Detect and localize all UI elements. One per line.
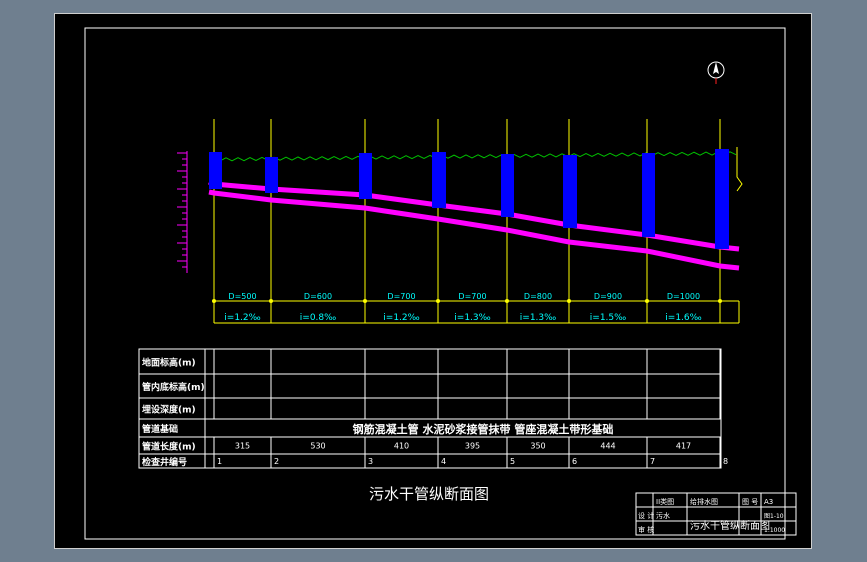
diameter-label: D=600 (304, 292, 332, 301)
slope-label: i=1.3‰ (520, 313, 556, 323)
title-block-cell: II类图 (656, 497, 674, 506)
slope-label: i=1.6‰ (665, 313, 701, 323)
slope-label: i=1.3‰ (454, 313, 490, 323)
inner-frame (84, 27, 786, 540)
pipe-crown-line (208, 179, 740, 252)
table-row-label: 检查井编号 (142, 456, 187, 468)
manhole-number: 8 (723, 457, 728, 466)
pipe-profile (208, 179, 740, 271)
title-block-cell: 给排水图 (690, 497, 718, 506)
break-mark (736, 147, 743, 192)
diameter-label: D=1000 (667, 292, 700, 301)
table-row-label: 地面标高(m) (142, 357, 196, 369)
ground-line (213, 147, 743, 192)
manhole-number: 4 (441, 457, 446, 466)
manhole (642, 153, 655, 237)
table-border (138, 348, 722, 469)
manhole (715, 149, 729, 249)
length-value: 444 (600, 442, 615, 451)
title-block-cell: 污水 (656, 511, 670, 520)
elevation-scale (177, 151, 188, 273)
north-arrow-icon (707, 61, 725, 84)
title-block-cell: 图 号 (742, 498, 758, 506)
manhole-number: 6 (572, 457, 577, 466)
length-value: 530 (310, 442, 325, 451)
title-block: II类图 给排水图 图 号 A3 设 计污水污水干管纵断面图图1-10 审 核 1:1000 (635, 492, 797, 536)
manhole (209, 152, 222, 189)
foundation-text: 钢筋混凝土管 水泥砂浆接管抹带 管座混凝土带形基础 (353, 422, 614, 436)
table-row-label: 管道基础 (142, 423, 178, 435)
title-block-cell: 图1-10 (764, 513, 784, 520)
title-block-cell: 1:1000 (764, 527, 785, 534)
length-value: 395 (465, 442, 480, 451)
table-row-label: 埋设深度(m) (142, 404, 196, 416)
segment-labels: D=500 i=1.2‰ D=600 i=0.8‰ D=700 i=1.2‰ D=700 i=… (224, 292, 701, 323)
diameter-label: D=700 (387, 292, 415, 301)
slope-label: i=0.8‰ (300, 313, 336, 323)
length-value: 410 (394, 442, 409, 451)
slope-label: i=1.5‰ (590, 313, 626, 323)
manhole-number: 3 (368, 457, 373, 466)
manhole-number: 5 (510, 457, 515, 466)
diameter-label: D=900 (594, 292, 622, 301)
diameter-label: D=500 (228, 292, 256, 301)
diameter-label: D=800 (524, 292, 552, 301)
frame-layer (84, 27, 786, 540)
title-block-cell: 污水干管纵断面图 (690, 519, 770, 532)
title-block-cell: 审 核 (638, 525, 654, 534)
manhole (563, 155, 577, 228)
slope-label: i=1.2‰ (383, 313, 419, 323)
pipe-invert-line (208, 189, 740, 271)
manhole-number: 2 (274, 457, 279, 466)
ground-zigzag (213, 151, 737, 162)
drawing-title: 污水干管纵断面图 (369, 485, 489, 503)
manhole (359, 153, 372, 199)
manhole (265, 157, 278, 193)
table-row-label: 管内底标高(m) (142, 381, 205, 393)
manhole-number: 7 (650, 457, 655, 466)
diameter-label: D=700 (458, 292, 486, 301)
table-row-label: 管道长度(m) (142, 441, 196, 453)
data-table: 地面标高(m) 管内底标高(m) 埋设深度(m) 管道基础管道长度(m) 检查井编号 钢筋… (138, 348, 728, 469)
title-block-cell: 设 计 (638, 511, 654, 520)
slope-label: i=1.2‰ (224, 313, 260, 323)
manhole (432, 152, 446, 208)
length-value: 315 (235, 442, 250, 451)
manhole (501, 154, 514, 217)
length-value: 417 (676, 442, 691, 451)
drawing-canvas: D=500 i=1.2‰ D=600 i=0.8‰ D=700 i=1.2‰ D=700 i=… (84, 27, 797, 540)
drawing-sheet: D=500 i=1.2‰ D=600 i=0.8‰ D=700 i=1.2‰ D=700 i=… (54, 13, 812, 549)
length-value: 350 (530, 442, 545, 451)
title-block-cell: A3 (764, 498, 773, 506)
manhole-number: 1 (217, 457, 222, 466)
